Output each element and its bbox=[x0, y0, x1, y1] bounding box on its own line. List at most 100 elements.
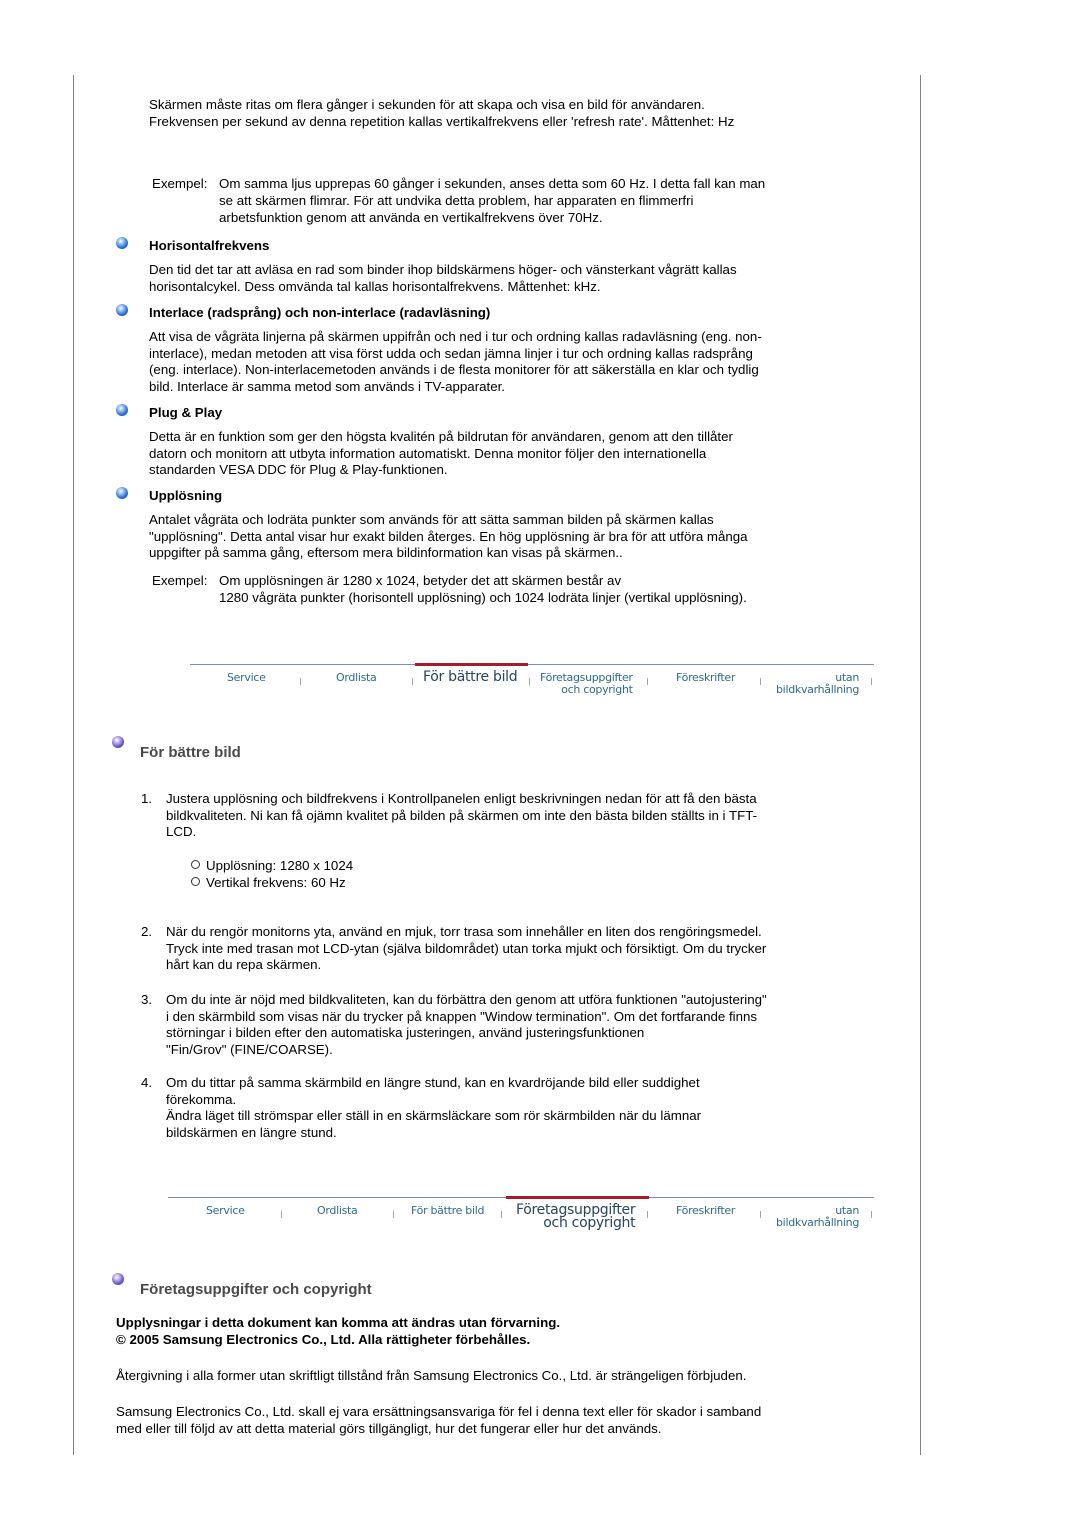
nav-link-service[interactable]: Service bbox=[206, 1205, 245, 1217]
term-line: horisontalcykel. Dess omvända tal kallas… bbox=[149, 278, 601, 294]
liability-notice: Samsung Electronics Co., Ltd. skall ej v… bbox=[116, 1404, 761, 1437]
tip-line: LCD. bbox=[166, 824, 197, 839]
term-line: bild. Interlace är samma metod som använ… bbox=[149, 378, 505, 394]
example-label: Exempel: bbox=[152, 573, 208, 588]
nav-separator bbox=[647, 678, 648, 685]
tip-line: Om du inte är nöjd med bildkvaliteten, k… bbox=[166, 992, 767, 1007]
section-title-foretagsuppgifter: Företagsuppgifter och copyright bbox=[140, 1281, 372, 1298]
example-line: Om upplösningen är 1280 x 1024, betyder … bbox=[219, 573, 622, 588]
term-line: Att visa de vågräta linjerna på skärmen … bbox=[149, 329, 762, 344]
nav-label: Service bbox=[227, 671, 266, 684]
nav-label: Ordlista bbox=[317, 1204, 358, 1217]
nav-active-indicator bbox=[415, 663, 528, 666]
term-body-horisontalfrekvens: Den tid det tar att avläsa en rad som bi… bbox=[149, 262, 737, 295]
term-line: "upplösning". Detta antal visar hur exak… bbox=[149, 528, 748, 544]
nav-separator bbox=[281, 1211, 282, 1218]
nav-link-service[interactable]: Service bbox=[227, 672, 266, 684]
tip-line: Om du tittar på samma skärmbild en längr… bbox=[166, 1075, 700, 1090]
tip-number: 1. bbox=[141, 791, 153, 806]
nav-label: Service bbox=[206, 1204, 245, 1217]
tip-text: Om du inte är nöjd med bildkvaliteten, k… bbox=[166, 992, 767, 1058]
term-line: datorn och monitorn att utbyta informati… bbox=[149, 445, 707, 461]
tip-line: förekomma. bbox=[166, 1091, 237, 1107]
section-title-for-battre-bild: För bättre bild bbox=[140, 744, 241, 761]
nav-link-for-battre-bild[interactable]: För bättre bild bbox=[411, 1205, 484, 1217]
circle-bullet-icon bbox=[191, 860, 200, 869]
term-body-upplosning: Antalet vågräta och lodräta punkter som … bbox=[149, 512, 748, 562]
term-title-upplosning: Upplösning bbox=[149, 488, 223, 503]
section-bullet-icon bbox=[112, 736, 124, 748]
nav-separator bbox=[760, 1211, 761, 1218]
tip-text: Justera upplösning och bildfrekvens i Ko… bbox=[166, 791, 757, 841]
term-line: uppgifter på samma gång, eftersom mera b… bbox=[149, 545, 623, 560]
intro-line: Frekvensen per sekund av denna repetitio… bbox=[149, 113, 735, 129]
reproduction-notice: Återgivning i alla former utan skriftlig… bbox=[116, 1368, 747, 1383]
nav-label: För bättre bild bbox=[423, 669, 518, 685]
circle-bullet-icon bbox=[191, 877, 200, 886]
intro-line: Skärmen måste ritas om flera gånger i se… bbox=[149, 97, 705, 112]
tip-number: 3. bbox=[141, 992, 153, 1007]
nav-link-utan-bildkvarhallning[interactable]: utan bildkvarhållning bbox=[776, 672, 859, 696]
nav-label: Ordlista bbox=[336, 671, 377, 684]
nav-link-foreskrifter[interactable]: Föreskrifter bbox=[676, 1205, 735, 1217]
nav-active-indicator bbox=[506, 1196, 649, 1199]
nav-divider-line bbox=[190, 664, 874, 665]
term-line: standarden VESA DDC för Plug & Play-funk… bbox=[149, 462, 448, 477]
term-line: interlace), medan metoden att visa först… bbox=[149, 345, 753, 361]
tip-text: Om du tittar på samma skärmbild en längr… bbox=[166, 1075, 701, 1141]
nav-separator bbox=[300, 678, 301, 685]
nav-separator bbox=[871, 678, 872, 685]
nav-separator bbox=[647, 1211, 648, 1218]
subitem-text: Vertikal frekvens: 60 Hz bbox=[206, 875, 346, 890]
term-title-plug-and-play: Plug & Play bbox=[149, 405, 223, 420]
nav-separator bbox=[871, 1211, 872, 1218]
liability-line: Samsung Electronics Co., Ltd. skall ej v… bbox=[116, 1404, 762, 1419]
section-bullet-icon bbox=[112, 1273, 124, 1285]
nav-separator bbox=[501, 1211, 502, 1218]
term-title-horisontalfrekvens: Horisontalfrekvens bbox=[149, 238, 270, 253]
tip-line: bildskärmen en längre stund. bbox=[166, 1124, 337, 1140]
term-body-plug-and-play: Detta är en funktion som ger den högsta … bbox=[149, 429, 733, 479]
term-body-interlace: Att visa de vågräta linjerna på skärmen … bbox=[149, 329, 762, 395]
nav-link-foretagsuppgifter[interactable]: Företagsuppgifter och copyright bbox=[516, 1203, 636, 1231]
subitem-text: Upplösning: 1280 x 1024 bbox=[206, 858, 354, 873]
tip-line: hårt kan du repa skärmen. bbox=[166, 957, 322, 972]
nav-separator bbox=[412, 678, 413, 685]
example-line: 1280 vågräta punkter (horisontell upplös… bbox=[219, 590, 747, 605]
term-line: Den tid det tar att avläsa en rad som bi… bbox=[149, 262, 737, 277]
example-line: arbetsfunktion genom att använda en vert… bbox=[219, 210, 603, 225]
example-label: Exempel: bbox=[152, 176, 208, 191]
tip-line: "Fin/Grov" (FINE/COARSE). bbox=[166, 1041, 333, 1057]
nav-link-foreskrifter[interactable]: Föreskrifter bbox=[676, 672, 735, 684]
section-nav-1: Service Ordlista För bättre bild Företag… bbox=[190, 663, 874, 704]
tip-number: 2. bbox=[141, 924, 153, 939]
nav-link-ordlista[interactable]: Ordlista bbox=[317, 1204, 358, 1217]
liability-line: med eller till följd av att detta materi… bbox=[116, 1420, 662, 1436]
tip-subitem: Upplösning: 1280 x 1024 bbox=[191, 858, 353, 875]
example-line: Om samma ljus upprepas 60 gånger i sekun… bbox=[219, 176, 766, 191]
tip-subitem: Vertikal frekvens: 60 Hz bbox=[191, 875, 346, 892]
copyright-notice: Upplysningar i detta dokument kan komma … bbox=[116, 1315, 560, 1348]
nav-label: och copyright bbox=[543, 1215, 636, 1231]
bullet-icon bbox=[116, 404, 128, 416]
tip-line: Justera upplösning och bildfrekvens i Ko… bbox=[166, 791, 757, 806]
copyright-line: Upplysningar i detta dokument kan komma … bbox=[116, 1315, 561, 1330]
nav-separator bbox=[529, 678, 530, 685]
term-title-interlace: Interlace (radsprång) och non-interlace … bbox=[149, 305, 491, 320]
nav-label: och copyright bbox=[561, 683, 633, 696]
tip-line: störningar i bilden efter den automatisk… bbox=[166, 1025, 645, 1040]
tip-number: 4. bbox=[141, 1075, 153, 1090]
tip-line: Tryck inte med trasan mot LCD-ytan (själ… bbox=[166, 940, 767, 956]
nav-link-utan-bildkvarhallning[interactable]: utan bildkvarhållning bbox=[776, 1205, 859, 1229]
nav-label: För bättre bild bbox=[411, 1204, 485, 1217]
bullet-icon bbox=[116, 304, 128, 316]
nav-link-foretagsuppgifter[interactable]: Företagsuppgifter och copyright bbox=[540, 672, 633, 696]
section-nav-2: Service Ordlista För bättre bild Företag… bbox=[168, 1196, 874, 1237]
bullet-icon bbox=[116, 237, 128, 249]
term-line: (eng. interlace). Non-interlacemetoden a… bbox=[149, 362, 759, 377]
intro-paragraph: Skärmen måste ritas om flera gånger i se… bbox=[149, 97, 734, 130]
nav-link-for-battre-bild[interactable]: För bättre bild bbox=[423, 669, 518, 685]
nav-separator bbox=[760, 678, 761, 685]
nav-link-ordlista[interactable]: Ordlista bbox=[336, 671, 377, 684]
nav-label: bildkvarhållning bbox=[776, 1216, 860, 1229]
